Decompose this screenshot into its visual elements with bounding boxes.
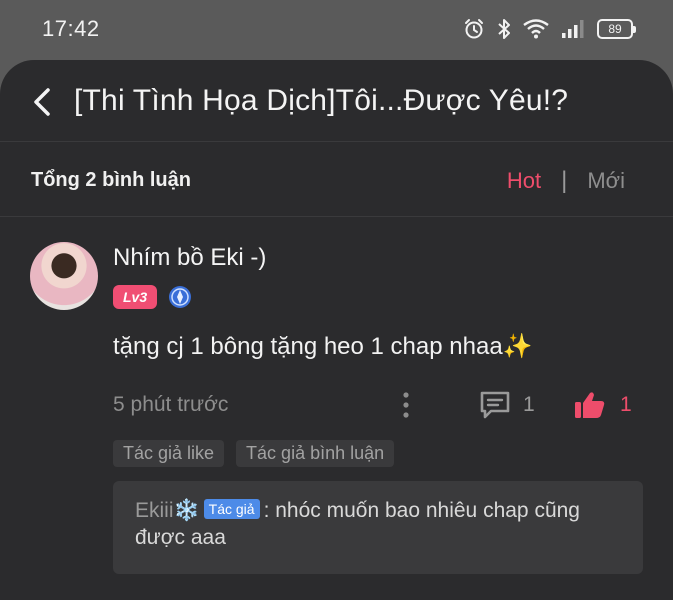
like-count: 1	[620, 393, 632, 416]
bluetooth-icon	[498, 19, 510, 39]
thumbs-up-icon	[575, 392, 605, 418]
tag-author-comment: Tác giả bình luận	[236, 440, 395, 467]
status-bar: 17:42 89	[0, 0, 673, 60]
comment-username[interactable]: Nhím bồ Eki -)	[113, 244, 266, 272]
wifi-icon	[523, 19, 549, 39]
status-time: 17:42	[42, 16, 100, 41]
comments-sheet: [Thi Tình Họa Dịch]Tôi...Được Yêu!? Tổng…	[0, 60, 673, 600]
sort-switch: Hot | Mới	[507, 167, 625, 195]
sort-hot-tab[interactable]: Hot	[507, 168, 541, 194]
user-badges: Lv3	[113, 284, 193, 310]
signal-icon	[562, 20, 584, 38]
avatar[interactable]	[30, 242, 98, 310]
page-title: [Thi Tình Họa Dịch]Tôi...Được Yêu!?	[74, 84, 569, 117]
reply-button[interactable]: 1	[479, 390, 535, 420]
reply-text: : nhóc muốn bao nhiêu chap cũng được aaa	[135, 499, 580, 549]
comment-icon	[480, 391, 510, 419]
level-badge: Lv3	[113, 285, 158, 309]
comment-count: Tổng 2 bình luận	[31, 169, 191, 191]
medal-icon	[169, 286, 192, 308]
author-reply[interactable]: Ekiii❄️ Tác giả: nhóc muốn bao nhiêu chap…	[113, 481, 643, 574]
more-options-icon[interactable]	[401, 390, 411, 420]
tag-author-like: Tác giả like	[113, 440, 225, 467]
header: [Thi Tình Họa Dịch]Tôi...Được Yêu!?	[0, 60, 673, 142]
reply-count: 1	[523, 393, 535, 416]
like-button[interactable]: 1	[574, 390, 632, 420]
comments-count-bar: Tổng 2 bình luận Hot | Mới	[0, 143, 673, 217]
comment-time: 5 phút trước	[113, 393, 229, 416]
reply-author-name: Ekiii❄️	[135, 499, 200, 522]
battery-icon: 89	[597, 19, 636, 39]
comment-meta: 5 phút trước 1 1	[113, 390, 643, 420]
comment-tags: Tác giả like Tác giả bình luận	[113, 440, 395, 467]
comment-text: tặng cj 1 bông tặng heo 1 chap nhaa✨	[113, 333, 533, 360]
author-badge: Tác giả	[203, 499, 260, 519]
status-icons: 89	[463, 16, 636, 42]
back-arrow-icon[interactable]	[26, 82, 62, 122]
alarm-icon	[465, 19, 483, 39]
sort-separator: |	[561, 167, 568, 194]
sort-new-tab[interactable]: Mới	[587, 168, 625, 194]
